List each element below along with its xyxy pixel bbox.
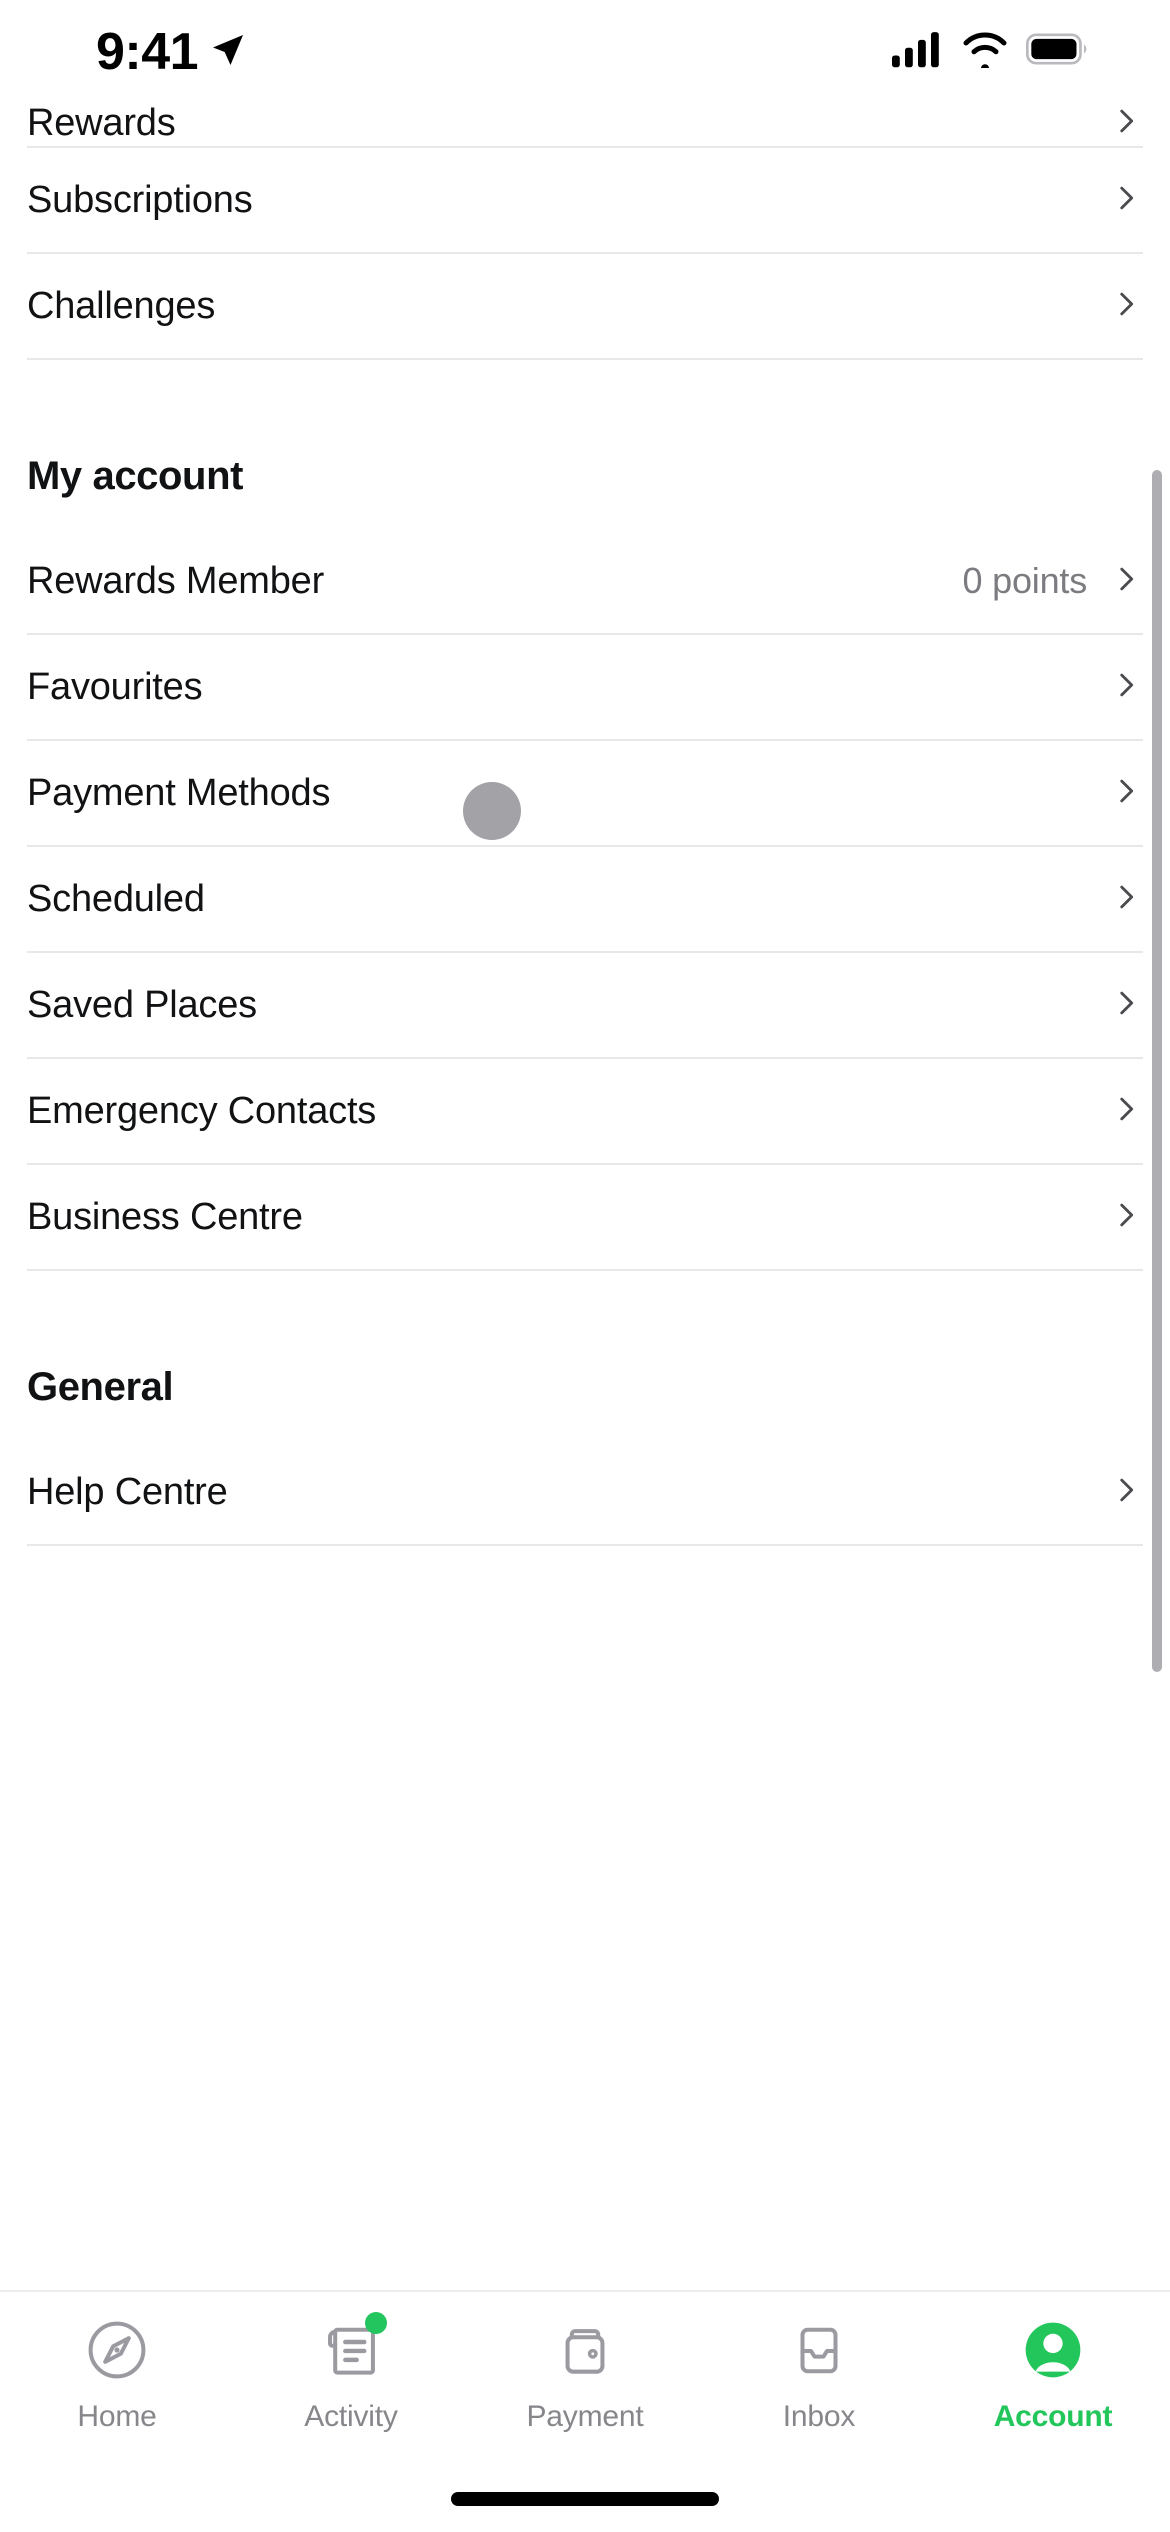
list-item-subscriptions[interactable]: Subscriptions: [0, 148, 1170, 252]
wifi-icon: [960, 30, 1010, 73]
chevron-right-icon: [1109, 668, 1143, 707]
list-item-saved-places[interactable]: Saved Places: [0, 953, 1170, 1057]
chevron-right-icon: [1109, 562, 1143, 601]
chevron-right-icon: [1109, 880, 1143, 919]
status-bar: 9:41: [0, 0, 1170, 100]
section-spacer: [0, 360, 1170, 420]
battery-full-icon: [1026, 32, 1088, 71]
home-indicator: [451, 2492, 719, 2506]
list-item-trailing: [1109, 181, 1143, 220]
list-item-emergency-contacts[interactable]: Emergency Contacts: [0, 1059, 1170, 1163]
list-item-label: Favourites: [27, 666, 203, 708]
receipt-icon: [315, 2312, 387, 2386]
list-item-label: Scheduled: [27, 878, 205, 920]
list-item-label: Payment Methods: [27, 772, 331, 814]
list-item-trailing: [1109, 774, 1143, 813]
list-item-trailing: [1109, 880, 1143, 919]
list-item-trailing: 0 points: [963, 560, 1144, 602]
list-item-label: Help Centre: [27, 1471, 228, 1513]
divider: [27, 1544, 1143, 1546]
location-arrow-icon: [208, 30, 248, 75]
list-item-favourites[interactable]: Favourites: [0, 635, 1170, 739]
status-time: 9:41: [96, 23, 199, 81]
chevron-right-icon: [1109, 1198, 1143, 1237]
vertical-scrollbar[interactable]: [1152, 470, 1162, 1672]
rewards-points-value: 0 points: [962, 560, 1088, 601]
notification-badge-dot: [365, 2312, 387, 2334]
inbox-icon: [783, 2314, 855, 2386]
compass-icon: [81, 2314, 153, 2386]
list-item-rewards-member[interactable]: Rewards Member 0 points: [0, 529, 1170, 633]
wallet-icon: [549, 2314, 621, 2386]
chevron-right-icon: [1109, 774, 1143, 813]
scrollbar-thumb[interactable]: [1152, 470, 1162, 1672]
list-item-trailing: [1109, 1198, 1143, 1237]
cellular-signal-icon: [892, 30, 944, 73]
chevron-right-icon: [1109, 1092, 1143, 1131]
tab-activity[interactable]: Activity: [234, 2312, 468, 2434]
tab-label: Inbox: [782, 2400, 856, 2433]
tab-home[interactable]: Home: [0, 2314, 234, 2434]
list-item-trailing: [1109, 104, 1143, 143]
list-item-label: Rewards: [27, 102, 176, 144]
list-item-help-centre[interactable]: Help Centre: [0, 1440, 1170, 1544]
tab-inbox[interactable]: Inbox: [702, 2314, 936, 2434]
list-item-label: Business Centre: [27, 1196, 303, 1238]
tab-label: Home: [77, 2400, 157, 2433]
section-header-general: General: [0, 1331, 1170, 1440]
tab-label: Payment: [526, 2400, 644, 2433]
list-item-label: Emergency Contacts: [27, 1090, 377, 1132]
list-item-label: Rewards Member: [27, 560, 325, 602]
person-circle-icon: [1017, 2314, 1089, 2386]
list-item-label: Saved Places: [27, 984, 257, 1026]
list-item-trailing: [1109, 287, 1143, 326]
list-item-challenges[interactable]: Challenges: [0, 254, 1170, 358]
list-item-rewards[interactable]: Rewards: [0, 100, 1170, 146]
tab-payment[interactable]: Payment: [468, 2314, 702, 2434]
tab-account[interactable]: Account: [936, 2314, 1170, 2434]
settings-list: Rewards Subscriptions Challenges My acco…: [0, 100, 1170, 1546]
section-spacer: [0, 1271, 1170, 1331]
tab-label: Account: [993, 2400, 1113, 2433]
avatar-placeholder-circle: [463, 782, 521, 840]
list-item-trailing: [1109, 986, 1143, 1025]
settings-scroll-area[interactable]: Rewards Subscriptions Challenges My acco…: [0, 100, 1170, 2390]
chevron-right-icon: [1109, 181, 1143, 220]
list-item-payment-methods[interactable]: Payment Methods: [0, 741, 1170, 845]
chevron-right-icon: [1109, 104, 1143, 143]
list-item-business-centre[interactable]: Business Centre: [0, 1165, 1170, 1269]
list-item-scheduled[interactable]: Scheduled: [0, 847, 1170, 951]
app-screen: 9:41 Rewards Subscriptions Challenges My…: [0, 0, 1170, 2532]
list-item-trailing: [1109, 1092, 1143, 1131]
section-header-my-account: My account: [0, 420, 1170, 529]
list-item-trailing: [1109, 668, 1143, 707]
chevron-right-icon: [1109, 1473, 1143, 1512]
list-item-trailing: [1109, 1473, 1143, 1512]
list-item-label: Challenges: [27, 285, 216, 327]
chevron-right-icon: [1109, 986, 1143, 1025]
chevron-right-icon: [1109, 287, 1143, 326]
tab-label: Activity: [304, 2400, 398, 2433]
status-bar-right: [892, 30, 1088, 73]
list-item-label: Subscriptions: [27, 179, 253, 221]
status-bar-left: 9:41: [96, 24, 248, 80]
